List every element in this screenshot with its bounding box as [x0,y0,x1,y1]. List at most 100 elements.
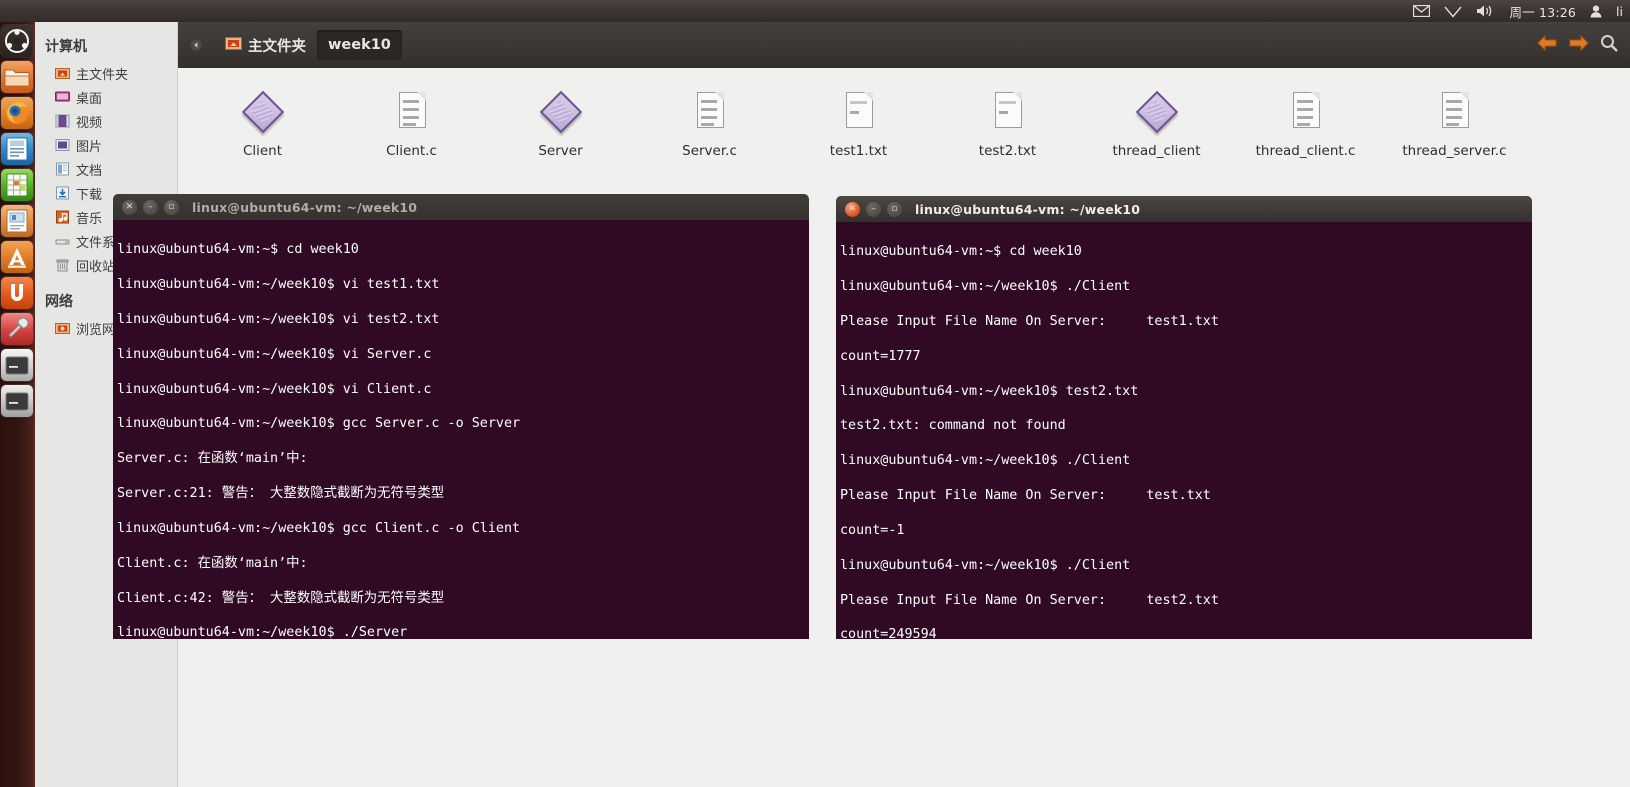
launcher-item-terminal-1[interactable] [1,349,33,381]
terminal-line: linux@ubuntu64-vm:~/week10$ vi test1.txt [117,277,440,293]
launcher-item-system-settings[interactable] [1,313,33,345]
file-manager-toolbar: 主文件夹 week10 [178,22,1630,68]
pictures-icon [55,138,70,152]
home-icon [55,66,70,80]
minimize-icon[interactable]: – [143,199,158,215]
music-icon [55,210,70,224]
maximize-icon[interactable]: ▫ [887,201,902,217]
breadcrumb-label: week10 [328,37,391,53]
launcher-item-libreoffice-impress[interactable] [1,205,33,237]
terminal-line: Server.c:21: 警告： 大整数隐式截断为无符号类型 [117,486,445,502]
terminal-window-right[interactable]: ✕ – ▫ linux@ubuntu64-vm: ~/week10 linux@… [836,196,1532,639]
file-label: Client [242,143,283,159]
terminal-title: linux@ubuntu64-vm: ~/week10 [192,199,418,215]
sidebar-item-desktop[interactable]: 桌面 [35,85,177,109]
clock[interactable]: 周一 13:26 [1502,0,1583,22]
close-icon[interactable]: ✕ [845,201,860,217]
breadcrumb-scroll-left-button[interactable] [186,35,206,55]
source-file-icon [388,88,436,136]
launcher-running-indicator [28,361,33,369]
file-label: test2.txt [978,143,1037,159]
launcher-item-firefox[interactable] [1,97,33,129]
desktop-screen: 周一 13:26 li 计算机 主文件夹 桌面 视频 图片 文档 下载 音乐 文… [0,0,1630,787]
terminal-line: Please Input File Name On Server: test2.… [840,592,1219,608]
network-icon [55,321,70,335]
terminal-line: linux@ubuntu64-vm:~/week10$ ./Client [840,557,1131,573]
videos-icon [55,114,70,128]
launcher-item-terminal-2[interactable] [1,385,33,417]
user-icon[interactable] [1583,0,1609,22]
terminal-line: linux@ubuntu64-vm:~/week10$ ./Client [840,453,1131,469]
launcher-item-file-manager[interactable] [1,61,33,93]
file-item[interactable]: test2.txt [933,82,1082,159]
file-item[interactable]: Client.c [337,82,486,159]
terminal-line: linux@ubuntu64-vm:~$ cd week10 [840,244,1082,260]
wifi-icon[interactable] [1437,0,1469,22]
launcher-item-ubuntu-one[interactable] [1,277,33,309]
terminal-titlebar-left[interactable]: ✕ – ▫ linux@ubuntu64-vm: ~/week10 [113,194,809,220]
terminal-line: linux@ubuntu64-vm:~/week10$ gcc Server.c… [117,416,521,432]
maximize-icon[interactable]: ▫ [164,199,179,215]
launcher-item-ubuntu-software-center[interactable] [1,241,33,273]
close-icon[interactable]: ✕ [122,199,137,215]
file-label: thread_client.c [1255,143,1356,159]
terminal-line: linux@ubuntu64-vm:~/week10$ vi test2.txt [117,312,440,328]
home-folder-icon [225,35,242,55]
sidebar-item-label: 视频 [76,115,103,131]
executable-icon [1133,88,1181,136]
launcher-item-libreoffice-writer[interactable] [1,133,33,165]
terminal-line: Please Input File Name On Server: test1.… [840,314,1219,330]
text-file-icon [984,88,1032,136]
terminal-line: test2.txt: command not found [840,418,1066,434]
source-file-icon [1282,88,1330,136]
terminal-title: linux@ubuntu64-vm: ~/week10 [915,201,1141,217]
back-arrow-icon[interactable] [1536,34,1558,56]
trash-icon [55,258,70,272]
terminal-line: count=-1 [840,522,905,538]
launcher-item-libreoffice-calc[interactable] [1,169,33,201]
top-panel: 周一 13:26 li [0,0,1630,22]
terminal-line: linux@ubuntu64-vm:~$ cd week10 [117,242,359,258]
search-icon[interactable] [1600,34,1618,56]
terminal-line: linux@ubuntu64-vm:~/week10$ vi Server.c [117,346,432,362]
file-label: thread_client [1112,143,1201,159]
sidebar-item-documents[interactable]: 文档 [35,157,177,181]
file-item[interactable]: thread_client [1082,82,1231,159]
terminal-line: Please Input File Name On Server: test.t… [840,488,1211,504]
executable-icon [239,88,287,136]
source-file-icon [686,88,734,136]
downloads-icon [55,186,70,200]
file-item[interactable]: Server.c [635,82,784,159]
terminal-line: Client.c:42: 警告： 大整数隐式截断为无符号类型 [117,590,445,606]
file-item[interactable]: thread_client.c [1231,82,1380,159]
source-file-icon [1431,88,1479,136]
sidebar-item-pictures[interactable]: 图片 [35,133,177,157]
sidebar-item-videos[interactable]: 视频 [35,109,177,133]
filesystem-icon [55,234,70,248]
volume-icon[interactable] [1469,0,1502,22]
terminal-titlebar-right[interactable]: ✕ – ▫ linux@ubuntu64-vm: ~/week10 [836,196,1532,222]
launcher-item-dash-home[interactable] [1,25,33,57]
sidebar-item-label: 图片 [76,139,103,155]
terminal-output-right[interactable]: linux@ubuntu64-vm:~$ cd week10 linux@ubu… [836,222,1532,639]
terminal-output-left[interactable]: linux@ubuntu64-vm:~$ cd week10 linux@ubu… [113,220,809,639]
breadcrumb-item-current[interactable]: week10 [317,30,402,60]
terminal-window-left[interactable]: ✕ – ▫ linux@ubuntu64-vm: ~/week10 linux@… [113,194,809,639]
sidebar-item-home[interactable]: 主文件夹 [35,61,177,85]
forward-arrow-icon[interactable] [1568,34,1590,56]
file-label: thread_server.c [1402,143,1507,159]
terminal-line: Server.c: 在函数‘main’中: [117,451,308,467]
file-item[interactable]: Client [188,82,337,159]
file-item[interactable]: thread_server.c [1380,82,1529,159]
desktop-icon [55,90,70,104]
unity-launcher [0,22,35,787]
file-item[interactable]: Server [486,82,635,159]
mail-icon[interactable] [1406,0,1437,22]
username-label[interactable]: li [1609,0,1630,22]
minimize-icon[interactable]: – [866,201,881,217]
terminal-line: count=1777 [840,348,921,364]
breadcrumb-item-home[interactable]: 主文件夹 [214,30,317,60]
terminal-line: linux@ubuntu64-vm:~/week10$ gcc Client.c… [117,520,521,536]
file-item[interactable]: test1.txt [784,82,933,159]
sidebar-item-label: 回收站 [76,259,116,275]
